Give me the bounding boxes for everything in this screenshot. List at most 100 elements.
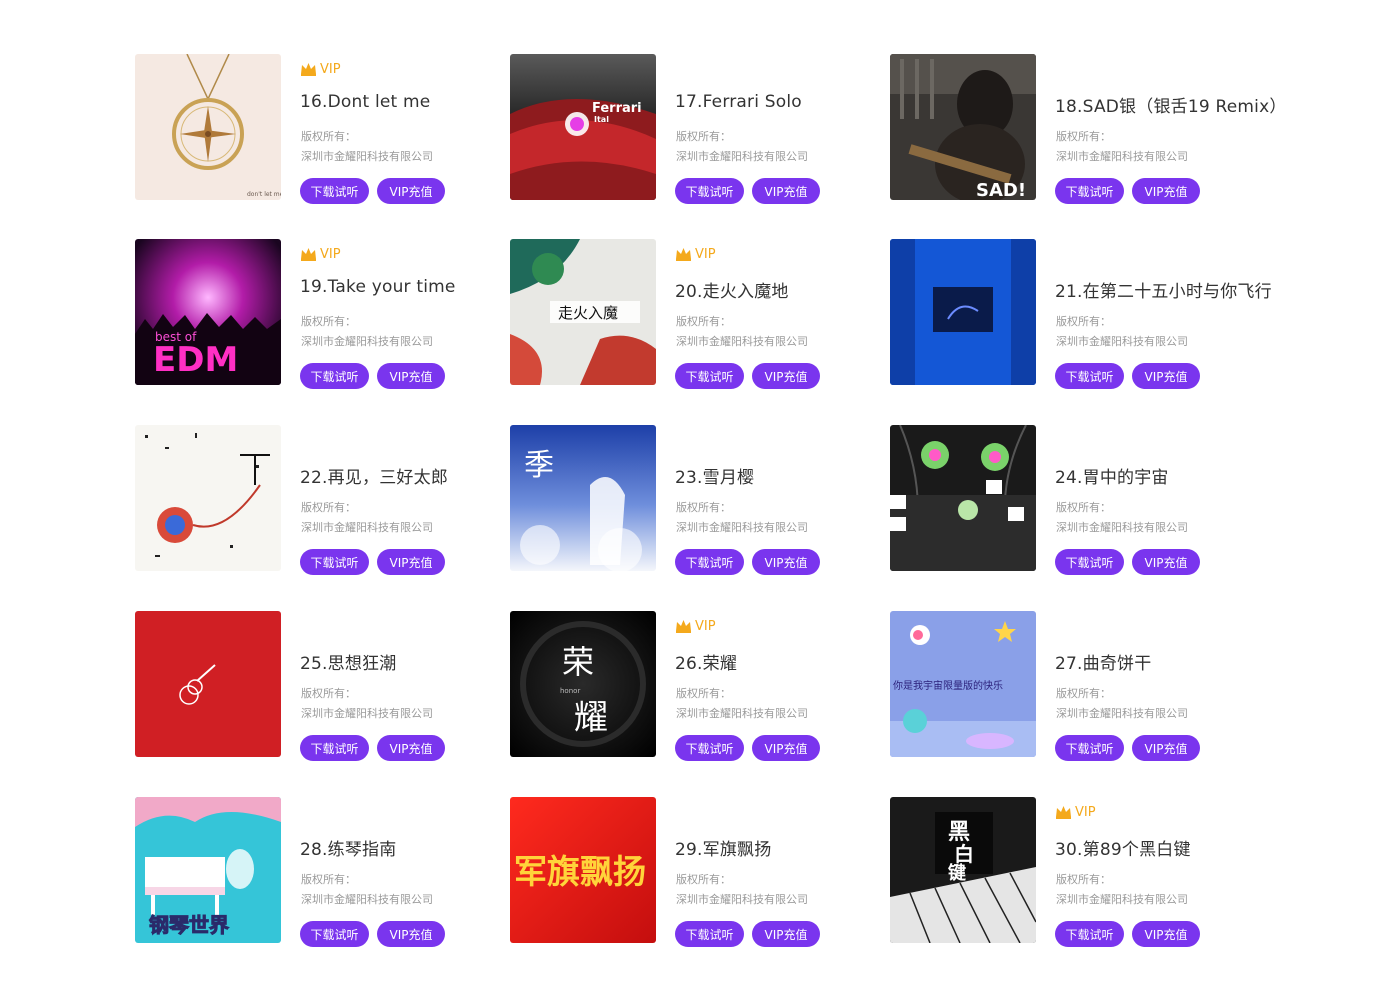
keys-cover[interactable]: 黑 白 键 [890,797,1036,943]
vip-recharge-button[interactable]: VIP充值 [752,178,820,204]
song-card: 25.思想狂潮 版权所有： 深圳市金耀阳科技有限公司 下载试听 VIP充值 [135,611,505,761]
vip-badge: VIP [300,60,341,78]
song-card: 季 23.雪月樱版权所有： 深圳市金耀阳科技有限公司下载试听 VIP充值 [510,425,880,575]
dont-let-me-cover[interactable]: don't let me [135,54,281,200]
download-listen-button[interactable]: 下载试听 [300,735,369,761]
svg-text:honor: honor [560,687,580,695]
song-title[interactable]: 21.在第二十五小时与你飞行 [1055,277,1272,302]
honor-cover[interactable]: 荣 耀 honor [510,611,656,757]
download-listen-button[interactable]: 下载试听 [675,549,744,575]
song-title[interactable]: 30.第89个黑白键 [1055,835,1191,860]
vip-recharge-button[interactable]: VIP充值 [752,921,820,947]
download-listen-button[interactable]: 下载试听 [300,921,369,947]
vip-badge-label: VIP [695,618,716,634]
svg-text:EDM: EDM [153,340,238,380]
svg-text:钢琴世界: 钢琴世界 [149,913,229,937]
vip-badge-label: VIP [695,246,716,262]
vip-recharge-button[interactable]: VIP充值 [752,549,820,575]
song-title[interactable]: 28.练琴指南 [300,835,396,860]
piano-world-cover[interactable]: 钢琴世界 [135,797,281,943]
svg-text:Ferrari: Ferrari [592,101,642,116]
vip-recharge-button[interactable]: VIP充值 [377,549,445,575]
svg-text:荣: 荣 [562,643,594,681]
download-listen-button[interactable]: 下载试听 [1055,178,1124,204]
edm-cover[interactable]: best of EDM [135,239,281,385]
stomach-universe-cover[interactable] [890,425,1036,571]
song-title[interactable]: 17.Ferrari Solo [675,92,802,112]
download-listen-button[interactable]: 下载试听 [300,178,369,204]
crown-icon [1056,806,1071,819]
svg-text:走火入魔: 走火入魔 [558,304,618,322]
copyright-label: 版权所有： [676,501,731,514]
download-listen-button[interactable]: 下载试听 [1055,735,1124,761]
svg-text:键: 键 [947,862,966,884]
copyright-label: 版权所有： [1056,130,1111,143]
copyright-label: 版权所有： [1056,501,1111,514]
svg-text:SAD!: SAD! [976,180,1026,200]
svg-text:耀: 耀 [574,698,608,738]
blue-room-cover[interactable] [890,239,1036,385]
vip-recharge-button[interactable]: VIP充值 [377,735,445,761]
download-listen-button[interactable]: 下载试听 [1055,549,1124,575]
vip-badge: VIP [675,245,716,263]
download-listen-button[interactable]: 下载试听 [300,363,369,389]
song-title[interactable]: 26.荣耀 [675,649,737,674]
copyright-owner: 深圳市金耀阳科技有限公司 [676,150,808,163]
vip-recharge-button[interactable]: VIP充值 [1132,921,1200,947]
ferrari-cover[interactable]: Ferrari Ital [510,54,656,200]
vip-recharge-button[interactable]: VIP充值 [1132,363,1200,389]
copyright-label: 版权所有： [301,873,356,886]
download-listen-button[interactable]: 下载试听 [300,549,369,575]
svg-text:don't let me: don't let me [247,191,281,198]
vip-recharge-button[interactable]: VIP充值 [752,363,820,389]
song-title[interactable]: 27.曲奇饼干 [1055,649,1151,674]
vip-recharge-button[interactable]: VIP充值 [377,363,445,389]
svg-text:你是我宇宙限量版的快乐: 你是我宇宙限量版的快乐 [893,679,1003,692]
crown-icon [301,63,316,76]
song-title[interactable]: 29.军旗飘扬 [675,835,771,860]
copyright-owner: 深圳市金耀阳科技有限公司 [676,521,808,534]
download-listen-button[interactable]: 下载试听 [675,921,744,947]
red-guitar-cover[interactable] [135,611,281,757]
download-listen-button[interactable]: 下载试听 [675,363,744,389]
copyright-owner: 深圳市金耀阳科技有限公司 [676,707,808,720]
song-title[interactable]: 16.Dont let me [300,92,430,112]
crown-icon [301,248,316,261]
song-title[interactable]: 25.思想狂潮 [300,649,396,674]
copyright-label: 版权所有： [676,873,731,886]
song-title[interactable]: 23.雪月樱 [675,463,754,488]
download-listen-button[interactable]: 下载试听 [1055,363,1124,389]
flag-cover[interactable]: 军旗飘扬 [510,797,656,943]
song-title[interactable]: 22.再见，三好太郎 [300,463,448,488]
vip-recharge-button[interactable]: VIP充值 [377,921,445,947]
vip-badge-label: VIP [320,61,341,77]
copyright-label: 版权所有： [1056,315,1111,328]
copyright-label: 版权所有： [676,315,731,328]
song-title[interactable]: 24.胃中的宇宙 [1055,463,1169,488]
download-listen-button[interactable]: 下载试听 [1055,921,1124,947]
vip-recharge-button[interactable]: VIP充值 [1132,735,1200,761]
space-doodle-cover[interactable]: 你是我宇宙限量版的快乐 [890,611,1036,757]
vip-recharge-button[interactable]: VIP充值 [752,735,820,761]
copyright-owner: 深圳市金耀阳科技有限公司 [676,335,808,348]
copyright-label: 版权所有： [1056,873,1111,886]
copyright-owner: 深圳市金耀阳科技有限公司 [1056,893,1188,906]
copyright-owner: 深圳市金耀阳科技有限公司 [301,335,433,348]
sad-cover[interactable]: SAD! [890,54,1036,200]
xueyue-cover[interactable]: 季 [510,425,656,571]
vip-recharge-button[interactable]: VIP充值 [1132,549,1200,575]
song-title[interactable]: 18.SAD银（银舌19 Remix） [1055,92,1287,117]
song-title[interactable]: 19.Take your time [300,277,456,297]
vip-recharge-button[interactable]: VIP充值 [377,178,445,204]
sketch-cover[interactable] [135,425,281,571]
download-listen-button[interactable]: 下载试听 [675,735,744,761]
vip-badge: VIP [675,617,716,635]
song-card: 走火入魔 VIP 20.走火入魔地版权所有： 深圳市金耀阳科技有限公司下载试听 VIP充… [510,239,880,389]
zouhuo-cover[interactable]: 走火入魔 [510,239,656,385]
vip-recharge-button[interactable]: VIP充值 [1132,178,1200,204]
song-title[interactable]: 20.走火入魔地 [675,277,789,302]
svg-text:军旗飘扬: 军旗飘扬 [514,852,646,891]
download-listen-button[interactable]: 下载试听 [675,178,744,204]
vip-badge: VIP [1055,803,1096,821]
copyright-owner: 深圳市金耀阳科技有限公司 [1056,335,1188,348]
